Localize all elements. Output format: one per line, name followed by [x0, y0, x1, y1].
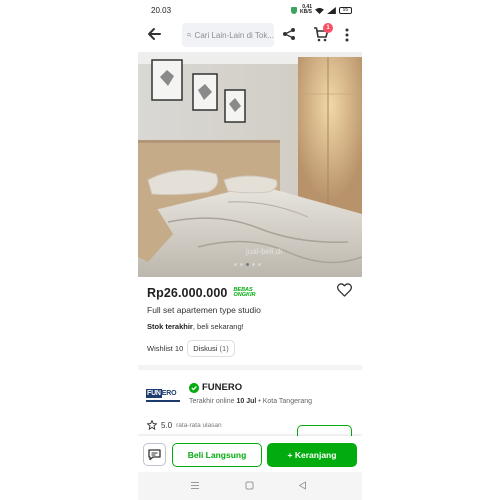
stock-notice: Stok terakhir, beli sekarang! [147, 322, 244, 331]
net-speed-unit: KB/S [300, 9, 312, 15]
status-icons: 0,41 KB/S 95 [291, 5, 352, 15]
bottom-action-bar: Beli Langsung + Keranjang [138, 436, 362, 472]
net-speed: 0,41 KB/S [300, 5, 312, 15]
stock-rest: , beli sekarang! [192, 322, 244, 331]
buy-now-button[interactable]: Beli Langsung [172, 443, 262, 467]
top-app-bar: Cari Lain-Lain di Tok... 1 [138, 20, 362, 50]
last-online-prefix: Terakhir online [189, 398, 235, 405]
shop-logo[interactable]: FUN ERO [146, 386, 180, 402]
stock-bold: Stok terakhir [147, 322, 193, 331]
signal-icon [327, 6, 336, 14]
search-input[interactable]: Cari Lain-Lain di Tok... [182, 23, 274, 47]
home-nav-icon[interactable] [245, 481, 254, 490]
back-arrow-icon[interactable] [146, 26, 162, 42]
search-placeholder: Cari Lain-Lain di Tok... [194, 30, 274, 40]
chat-icon [148, 449, 161, 461]
shop-name-row[interactable]: FUNERO [189, 382, 242, 393]
share-icon[interactable] [282, 27, 296, 41]
discussion-count: (1) [219, 344, 229, 353]
shop-logo-text-a: FUN [146, 388, 162, 398]
image-watermark: jual-beli.di [245, 247, 282, 256]
shop-name: FUNERO [202, 382, 243, 393]
last-online-date: 10 Jul [236, 398, 257, 405]
product-title: Full set apartemen type studio [147, 305, 261, 315]
product-image-carousel[interactable]: jual-beli.di [138, 52, 362, 277]
rating-label: rata-rata ulasan [176, 421, 222, 429]
star-icon [147, 420, 157, 430]
search-icon [187, 32, 192, 38]
kebab-menu-icon[interactable] [345, 28, 349, 42]
wifi-icon [315, 7, 324, 14]
free-shipping-badge: BEBAS ONGKIR [233, 287, 256, 299]
status-time: 20.03 [151, 5, 172, 15]
shop-logo-text-b: ERO [161, 389, 177, 397]
cart-badge: 1 [323, 23, 333, 33]
phone-screen: 20.03 0,41 KB/S 95 Cari Lain-Lain di Tok.… [138, 0, 362, 500]
battery-icon: 95 [339, 6, 352, 14]
carousel-dot [234, 263, 237, 266]
carousel-dot-active [246, 263, 249, 266]
system-nav-bar [138, 472, 362, 500]
shop-location: • Kota Tangerang [258, 398, 312, 405]
carousel-indicator [234, 263, 261, 266]
heart-icon[interactable] [337, 283, 352, 297]
discussion-button[interactable]: Diskusi (1) [187, 340, 235, 357]
wishlist-count: Wishlist 10 [147, 344, 184, 353]
price-row: Rp26.000.000 BEBAS ONGKIR [147, 284, 357, 302]
shield-icon [291, 6, 298, 14]
shop-meta: Terakhir online 10 Jul • Kota Tangerang [189, 398, 312, 405]
wishlist-discussion-row: Wishlist 10 Diskusi (1) [147, 340, 235, 357]
add-to-cart-button[interactable]: + Keranjang [267, 443, 357, 467]
back-nav-icon[interactable] [298, 481, 307, 490]
section-divider [138, 365, 362, 370]
carousel-dot [240, 263, 243, 266]
discussion-label: Diskusi [193, 344, 218, 353]
menu-nav-icon[interactable] [190, 481, 200, 490]
free-shipping-line2: ONGKIR [233, 292, 256, 298]
status-bar: 20.03 0,41 KB/S 95 [138, 0, 362, 20]
carousel-dot [252, 263, 255, 266]
carousel-dot [258, 263, 261, 266]
chat-button[interactable] [143, 443, 166, 466]
product-price: Rp26.000.000 [147, 286, 228, 300]
official-store-badge-icon [189, 382, 199, 393]
product-photo: jual-beli.di [138, 52, 362, 277]
rating-value: 5.0 [161, 420, 173, 430]
shop-rating: 5.0 rata-rata ulasan [147, 420, 222, 430]
battery-level: 95 [342, 6, 349, 13]
